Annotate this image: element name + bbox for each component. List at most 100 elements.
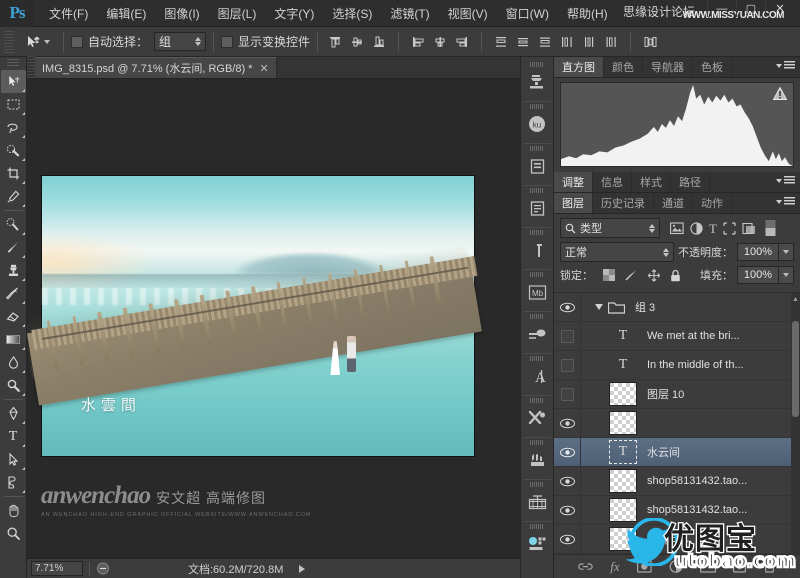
tab-navigator[interactable]: 导航器	[643, 57, 693, 77]
auto-select-stepper-icon[interactable]	[195, 37, 201, 46]
link-layers-icon[interactable]	[578, 561, 593, 572]
layer-thumbnail[interactable]	[609, 411, 637, 435]
panel-rail-notes[interactable]	[522, 144, 552, 185]
tool-gradient[interactable]	[1, 328, 26, 351]
table-row[interactable]	[554, 409, 800, 438]
tool-blur[interactable]	[1, 351, 26, 374]
layer-visibility-toggle[interactable]	[554, 447, 580, 458]
tab-info[interactable]: 信息	[593, 172, 632, 192]
tab-styles[interactable]: 样式	[632, 172, 671, 192]
panel-rail-brush-presets[interactable]	[522, 312, 552, 353]
layers-scrollbar-thumb[interactable]	[792, 321, 799, 417]
tool-preset-chevron-icon[interactable]	[44, 40, 50, 44]
panel-rail-paragraph[interactable]	[522, 186, 552, 227]
type-layer-filter-icon[interactable]: T	[709, 222, 717, 235]
tab-histogram[interactable]: 直方图	[554, 57, 604, 77]
layer-visibility-toggle[interactable]	[554, 418, 580, 429]
close-button[interactable]: ✕	[765, 0, 794, 17]
tab-adjustments[interactable]: 调整	[554, 172, 593, 192]
tool-clone-stamp[interactable]	[1, 259, 26, 282]
uncached-data-warning-icon[interactable]	[773, 87, 787, 100]
distribute-right-edges-icon[interactable]	[601, 32, 621, 52]
panel-rail-stamp[interactable]	[522, 60, 552, 101]
canvas[interactable]: 水雲間 anwenchao 安文超 高端修图 AN WENCHAO HIGH-E…	[27, 79, 520, 558]
move-tool-icon[interactable]	[19, 34, 56, 50]
tool-pen[interactable]	[1, 402, 26, 425]
tool-move[interactable]	[1, 70, 26, 93]
fill-slider-chevron-icon[interactable]	[779, 266, 794, 284]
layer-visibility-toggle[interactable]	[554, 388, 580, 401]
add-layer-mask-icon[interactable]	[637, 560, 652, 573]
filter-power-toggle-icon[interactable]	[765, 218, 776, 238]
menu-type[interactable]: 文字(Y)	[265, 1, 323, 26]
chevron-down-icon[interactable]	[595, 304, 603, 310]
opacity-slider-chevron-icon[interactable]	[779, 243, 794, 261]
layer-group-disclosure[interactable]	[595, 301, 625, 314]
align-horizontal-centers-icon[interactable]	[430, 32, 450, 52]
minimize-button[interactable]: —	[707, 0, 736, 17]
tab-channels[interactable]: 通道	[654, 193, 693, 213]
panel-menu-button-3[interactable]	[776, 197, 795, 206]
status-menu-arrow-icon[interactable]	[299, 565, 305, 573]
align-vertical-centers-icon[interactable]	[347, 32, 367, 52]
distribute-horizontal-centers-icon[interactable]	[579, 32, 599, 52]
align-bottom-edges-icon[interactable]	[369, 32, 389, 52]
smart-object-filter-icon[interactable]	[742, 222, 756, 235]
menu-window[interactable]: 窗口(W)	[497, 1, 558, 26]
auto-align-layers-icon[interactable]	[640, 32, 660, 52]
close-icon[interactable]: ✕	[259, 62, 268, 75]
tool-eyedropper[interactable]	[1, 185, 26, 208]
panel-rail-kuler[interactable]: ku	[522, 102, 552, 143]
tab-history[interactable]: 历史记录	[593, 193, 654, 213]
tool-spot-healing-brush[interactable]	[1, 213, 26, 236]
panel-rail-tool-presets[interactable]	[522, 396, 552, 437]
layers-list[interactable]: 组 3 T We met at the bri... T In the midd…	[554, 292, 800, 554]
tool-history-brush[interactable]	[1, 282, 26, 305]
layer-thumbnail[interactable]	[609, 527, 637, 551]
toolbox-grip[interactable]	[7, 59, 19, 67]
tab-actions[interactable]: 动作	[693, 193, 732, 213]
distribute-top-edges-icon[interactable]	[491, 32, 511, 52]
type-layer-T-icon[interactable]: T	[609, 440, 637, 464]
menu-filter[interactable]: 滤镜(T)	[381, 1, 438, 26]
lock-all-icon[interactable]	[670, 269, 681, 282]
panel-rail-3d[interactable]	[522, 438, 552, 479]
lock-transparent-pixels-icon[interactable]	[603, 269, 615, 281]
auto-select-checkbox[interactable]	[71, 36, 83, 48]
panel-menu-button-2[interactable]	[776, 176, 795, 185]
delete-layer-icon[interactable]	[763, 560, 776, 573]
layers-scrollbar[interactable]: ▲	[791, 293, 800, 554]
table-row[interactable]: shop58131432.tao...	[554, 496, 800, 525]
menu-edit[interactable]: 编辑(E)	[97, 1, 155, 26]
tab-layers[interactable]: 图层	[554, 193, 593, 213]
tool-lasso[interactable]	[1, 116, 26, 139]
layer-thumbnail[interactable]	[609, 382, 637, 406]
layer-thumbnail[interactable]	[609, 498, 637, 522]
layer-visibility-toggle[interactable]	[554, 476, 580, 487]
tool-zoom[interactable]	[1, 522, 26, 545]
scroll-up-icon[interactable]: ▲	[792, 295, 799, 303]
new-group-icon[interactable]	[700, 560, 716, 573]
tool-crop[interactable]	[1, 162, 26, 185]
distribute-vertical-centers-icon[interactable]	[513, 32, 533, 52]
fill-value[interactable]: 100%	[737, 266, 779, 284]
document-preview-icon[interactable]	[96, 562, 110, 575]
panel-rail-properties[interactable]	[522, 522, 552, 563]
new-adjustment-layer-icon[interactable]	[669, 560, 683, 573]
align-left-edges-icon[interactable]	[408, 32, 428, 52]
layer-visibility-toggle[interactable]	[554, 505, 580, 516]
table-row[interactable]: T In the middle of th...	[554, 351, 800, 380]
menu-select[interactable]: 选择(S)	[323, 1, 381, 26]
tool-dodge[interactable]	[1, 374, 26, 397]
lock-image-pixels-icon[interactable]	[624, 269, 638, 282]
table-row[interactable]: 图层 10	[554, 380, 800, 409]
shape-layer-filter-icon[interactable]	[723, 222, 736, 235]
auto-select-dropdown[interactable]: 组	[154, 32, 206, 51]
tool-path-selection[interactable]	[1, 448, 26, 471]
layer-visibility-toggle[interactable]	[554, 302, 580, 313]
menu-image[interactable]: 图像(I)	[155, 1, 208, 26]
layer-thumbnail[interactable]	[609, 469, 637, 493]
options-bar-grip[interactable]	[4, 31, 14, 53]
tool-rectangular-marquee[interactable]	[1, 93, 26, 116]
menu-layer[interactable]: 图层(L)	[209, 1, 266, 26]
